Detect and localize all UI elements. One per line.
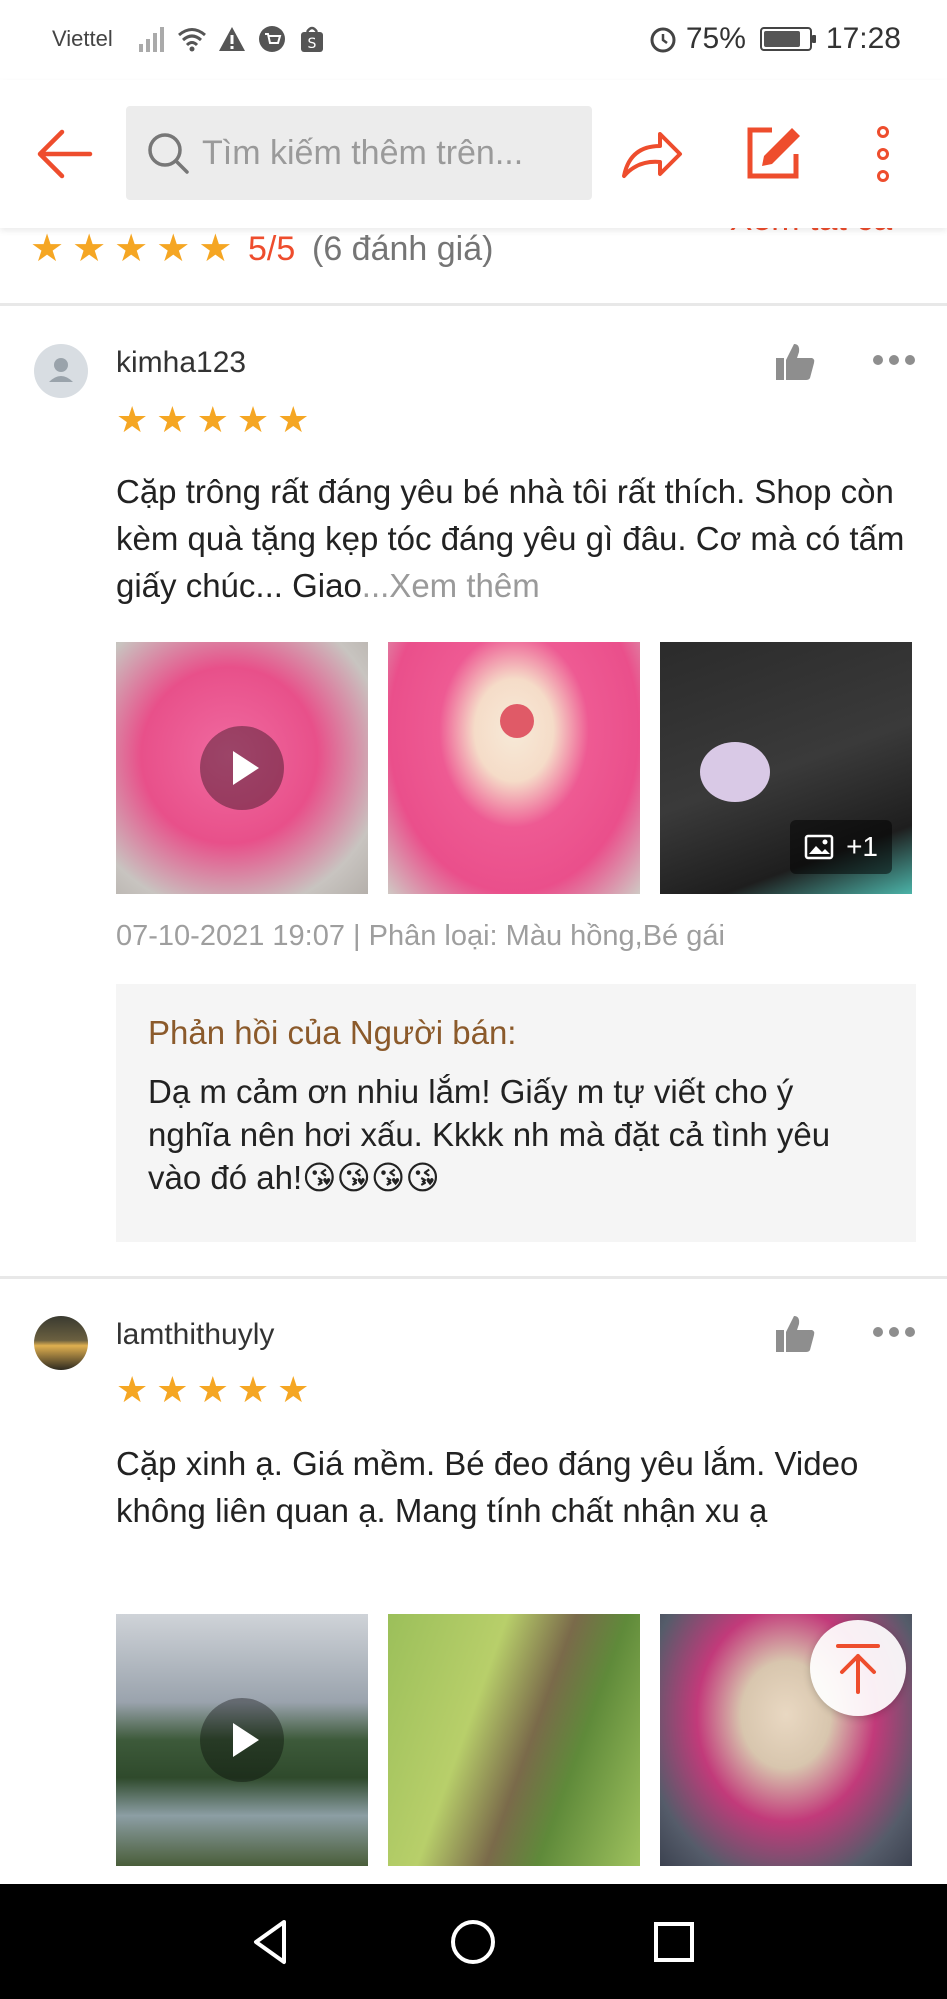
star-icon: ★ bbox=[277, 399, 310, 440]
search-input[interactable]: Tìm kiếm thêm trên... bbox=[202, 134, 523, 173]
wifi-icon bbox=[177, 28, 206, 52]
rating-summary: ★ ★ ★ ★ ★ 5/5 (6 đánh giá) Xem tất cả › bbox=[0, 200, 947, 306]
star-icon: ★ bbox=[116, 399, 149, 440]
system-navigation-bar bbox=[0, 1884, 947, 1999]
reviewer-name[interactable]: kimha123 bbox=[116, 346, 246, 380]
image-icon bbox=[804, 834, 834, 860]
star-icon: ★ bbox=[156, 399, 189, 440]
clock: 17:28 bbox=[825, 22, 901, 55]
image-thumbnail[interactable]: +1 bbox=[660, 642, 912, 894]
back-triangle-icon[interactable] bbox=[244, 1914, 300, 1970]
battery-percent: 75% bbox=[685, 22, 746, 55]
status-right: 75% 17:28 bbox=[648, 22, 901, 56]
shopping-bag-icon: S bbox=[300, 26, 323, 52]
star-icon: ★ bbox=[114, 228, 149, 270]
status-bar: Viettel S 75% 17:28 bbox=[0, 0, 947, 80]
warning-icon bbox=[218, 27, 245, 51]
review-item: lamthithuyly ★ ★ ★ ★ ★ Cặp xinh ạ. Giá m… bbox=[0, 1280, 947, 1884]
like-icon[interactable] bbox=[774, 1314, 816, 1354]
play-icon[interactable] bbox=[200, 726, 284, 810]
like-icon[interactable] bbox=[774, 342, 816, 382]
edit-icon[interactable] bbox=[742, 124, 802, 184]
star-icon: ★ bbox=[156, 228, 191, 270]
home-circle-icon[interactable] bbox=[445, 1914, 501, 1970]
star-icon: ★ bbox=[72, 228, 107, 270]
star-icon: ★ bbox=[116, 1369, 149, 1410]
battery-icon bbox=[759, 27, 816, 51]
more-options-icon[interactable] bbox=[872, 354, 916, 366]
status-left: Viettel S bbox=[52, 24, 327, 54]
star-icon: ★ bbox=[30, 228, 65, 270]
star-icon: ★ bbox=[196, 399, 229, 440]
share-icon[interactable] bbox=[620, 122, 684, 186]
more-options-icon[interactable] bbox=[872, 1326, 916, 1338]
arrow-up-icon bbox=[836, 1644, 880, 1694]
image-thumbnail[interactable] bbox=[388, 1614, 640, 1866]
review-text: Cặp xinh ạ. Giá mềm. Bé đeo đáng yêu lắm… bbox=[116, 1445, 859, 1529]
cart-notification-icon bbox=[258, 26, 285, 52]
avatar[interactable] bbox=[34, 344, 88, 398]
search-icon bbox=[148, 133, 189, 174]
search-bar[interactable]: Tìm kiếm thêm trên... bbox=[126, 106, 592, 200]
back-arrow-icon[interactable] bbox=[32, 122, 96, 186]
review-media: +1 bbox=[116, 642, 912, 894]
video-thumbnail[interactable] bbox=[116, 642, 368, 894]
review-stars: ★ ★ ★ ★ ★ bbox=[116, 1372, 309, 1408]
top-navigation: Tìm kiếm thêm trên... bbox=[0, 80, 947, 228]
star-icon: ★ bbox=[236, 1369, 270, 1410]
divider bbox=[0, 1276, 947, 1279]
carrier-label: Viettel bbox=[52, 26, 113, 51]
review-text: Cặp trông rất đáng yêu bé nhà tôi rất th… bbox=[116, 473, 905, 604]
video-thumbnail[interactable] bbox=[116, 1614, 368, 1866]
reviewer-name[interactable]: lamthithuyly bbox=[116, 1318, 274, 1352]
recents-square-icon[interactable] bbox=[646, 1914, 702, 1970]
rating-count: (6 đánh giá) bbox=[312, 230, 494, 268]
seller-reply: Phản hồi của Người bán: Dạ m cảm ơn nhiu… bbox=[116, 984, 916, 1242]
svg-text:S: S bbox=[307, 36, 316, 52]
pig-nose bbox=[500, 704, 534, 738]
star-icon: ★ bbox=[198, 228, 233, 270]
hair-clip bbox=[700, 742, 770, 802]
see-more-link[interactable]: ...Xem thêm bbox=[362, 567, 540, 604]
star-icon: ★ bbox=[236, 399, 270, 440]
summary-stars: ★ ★ ★ ★ ★ bbox=[30, 230, 232, 268]
review-meta: 07-10-2021 19:07 | Phân loại: Màu hồng,B… bbox=[116, 920, 725, 952]
play-icon[interactable] bbox=[200, 1698, 284, 1782]
rating-score: 5/5 bbox=[248, 230, 296, 268]
review-item: kimha123 ★ ★ ★ ★ ★ Cặp trông rất đáng yê… bbox=[0, 306, 947, 1276]
review-media bbox=[116, 1614, 912, 1866]
default-user-icon bbox=[49, 358, 73, 382]
seller-reply-text: Dạ m cảm ơn nhiu lắm! Giấy m tự viết cho… bbox=[148, 1073, 831, 1196]
more-vert-icon[interactable] bbox=[868, 124, 898, 184]
avatar[interactable] bbox=[34, 1316, 88, 1370]
review-stars: ★ ★ ★ ★ ★ bbox=[116, 402, 309, 438]
signal-icon bbox=[138, 27, 164, 52]
scroll-to-top-button[interactable] bbox=[810, 1620, 906, 1716]
seller-reply-title: Phản hồi của Người bán: bbox=[148, 1014, 517, 1051]
more-images-badge[interactable]: +1 bbox=[790, 820, 892, 874]
image-thumbnail[interactable] bbox=[388, 642, 640, 894]
star-icon: ★ bbox=[196, 1369, 229, 1410]
star-icon: ★ bbox=[277, 1369, 310, 1410]
star-icon: ★ bbox=[156, 1369, 189, 1410]
alarm-icon bbox=[650, 27, 676, 53]
